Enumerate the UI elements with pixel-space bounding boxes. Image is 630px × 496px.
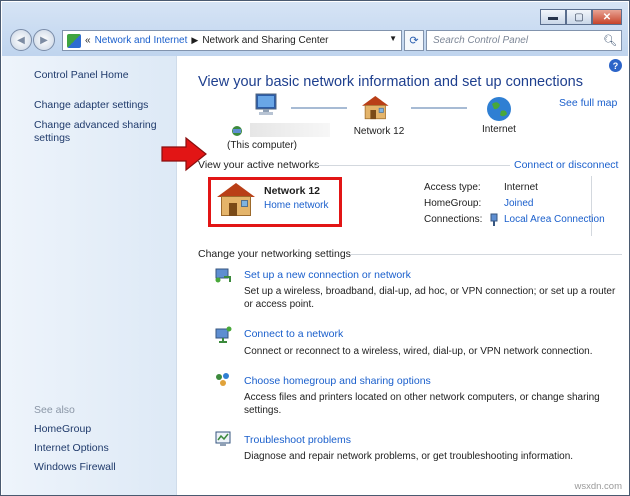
title-bar: ▬ ▢ ✕ ◀ ▶ « Network and Internet ▶ Netwo… [2, 2, 628, 56]
page-title: View your basic network information and … [198, 74, 584, 90]
map-connector [411, 107, 467, 109]
this-computer-label: (This computer) [226, 140, 297, 151]
homegroup-sharing-icon [216, 373, 229, 386]
see-also-label: See also [34, 404, 75, 416]
connect-to-network-link[interactable]: Connect to a network [244, 328, 343, 340]
red-arrow-annotation [161, 136, 207, 172]
watermark: wsxdn.com [574, 481, 622, 492]
connect-or-disconnect-link[interactable]: Connect or disconnect [514, 159, 618, 171]
maximize-button[interactable]: ▢ [566, 9, 592, 25]
access-type-value: Internet [504, 182, 538, 193]
home-icon[interactable] [217, 183, 255, 217]
help-icon[interactable]: ? [609, 59, 622, 72]
access-type-label: Access type: [424, 182, 481, 193]
homegroup-label: HomeGroup: [424, 198, 482, 209]
chevron-down-icon[interactable]: ▼ [389, 34, 397, 43]
internet-options-link[interactable]: Internet Options [34, 442, 109, 455]
homegroup-joined-link[interactable]: Joined [504, 198, 533, 209]
globe-icon [487, 97, 511, 121]
network-node-label: Network 12 [353, 126, 405, 137]
see-full-map-link[interactable]: See full map [559, 97, 617, 109]
divider [591, 176, 592, 236]
network-type-link[interactable]: Home network [264, 200, 328, 211]
internet-node[interactable]: Internet [466, 96, 532, 135]
connections-label: Connections: [424, 214, 483, 225]
new-connection-icon [215, 268, 231, 283]
address-prefix: « [85, 35, 91, 46]
internet-node-label: Internet [482, 124, 516, 135]
left-pane: Control Panel Home Change adapter settin… [2, 56, 177, 495]
home-icon [362, 96, 389, 120]
window-controls: ▬ ▢ ✕ [540, 9, 622, 25]
control-panel-icon [67, 33, 81, 48]
address-bar[interactable]: « Network and Internet ▶ Network and Sha… [62, 30, 402, 51]
breadcrumb-network-and-internet[interactable]: Network and Internet [95, 35, 188, 46]
troubleshoot-problems-description: Diagnose and repair network problems, or… [244, 451, 574, 462]
refresh-button[interactable]: ⟳ [404, 30, 424, 51]
search-icon[interactable]: 🔍︎ [603, 34, 617, 47]
setup-new-connection-link[interactable]: Set up a new connection or network [244, 269, 411, 281]
chevron-right-icon[interactable]: ▶ [191, 35, 198, 46]
close-button[interactable]: ✕ [592, 9, 622, 25]
main-pane: ? View your basic network information an… [178, 56, 628, 495]
map-connector [291, 107, 347, 109]
change-settings-label: Change your networking settings [198, 248, 351, 260]
window: ▬ ▢ ✕ ◀ ▶ « Network and Internet ▶ Netwo… [0, 0, 630, 496]
divider [350, 254, 622, 255]
network-adapter-icon [232, 126, 242, 136]
choose-homegroup-sharing-description: Access files and printers located on oth… [244, 392, 600, 416]
change-adapter-settings-link[interactable]: Change adapter settings [34, 99, 148, 112]
search-input[interactable]: Search Control Panel 🔍︎ [426, 30, 622, 51]
network-name: Network 12 [264, 185, 321, 197]
back-button[interactable]: ◀ [10, 29, 32, 51]
breadcrumb-network-and-sharing-center[interactable]: Network and Sharing Center [202, 35, 328, 46]
this-computer-node: (This computer) [222, 92, 330, 151]
computer-icon [255, 93, 277, 115]
troubleshoot-icon [215, 431, 231, 446]
local-area-connection-link[interactable]: Local Area Connection [504, 214, 605, 225]
troubleshoot-problems-link[interactable]: Troubleshoot problems [244, 434, 351, 446]
choose-homegroup-sharing-link[interactable]: Choose homegroup and sharing options [244, 375, 431, 387]
divider [314, 165, 510, 166]
change-advanced-sharing-settings-link[interactable]: Change advanced sharing settings [34, 119, 164, 145]
windows-firewall-link[interactable]: Windows Firewall [34, 461, 116, 474]
search-placeholder: Search Control Panel [433, 35, 529, 46]
setup-new-connection-description: Set up a wireless, broadband, dial-up, a… [244, 286, 616, 310]
connect-to-network-description: Connect or reconnect to a wireless, wire… [244, 346, 593, 357]
connect-network-icon [215, 326, 232, 343]
active-network-highlight: Network 12 Home network [208, 177, 342, 227]
homegroup-link[interactable]: HomeGroup [34, 423, 91, 436]
active-networks-label: View your active networks [198, 159, 320, 171]
navigation-bar: ◀ ▶ « Network and Internet ▶ Network and… [10, 29, 622, 53]
forward-button[interactable]: ▶ [33, 29, 55, 51]
control-panel-home-link[interactable]: Control Panel Home [34, 69, 129, 82]
minimize-button[interactable]: ▬ [540, 9, 566, 25]
computer-name-redacted [250, 123, 330, 137]
ethernet-icon [490, 213, 498, 226]
